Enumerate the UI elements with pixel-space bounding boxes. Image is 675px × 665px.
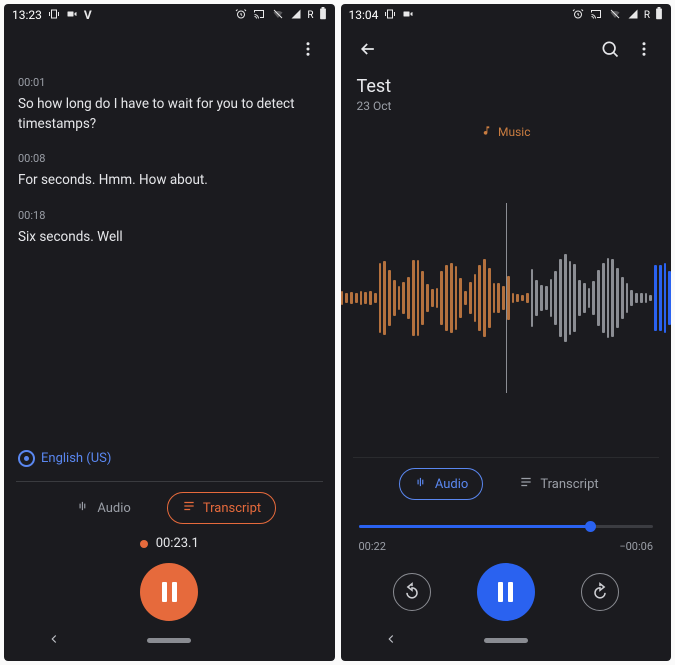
segment-text: For seconds. Hmm. How about. (18, 171, 321, 191)
music-tag: Music (341, 125, 672, 139)
pause-recording-button[interactable] (140, 563, 198, 621)
transcript-tab[interactable]: Transcript (505, 469, 612, 499)
transcript-segment[interactable]: 00:08 For seconds. Hmm. How about. (18, 152, 321, 191)
language-label: English (US) (41, 451, 111, 466)
status-bar: 13:23 V R (4, 4, 335, 26)
pause-icon (162, 582, 177, 602)
transcript-segment[interactable]: 00:01 So how long do I have to wait for … (18, 76, 321, 134)
rewind-button[interactable] (393, 573, 431, 611)
status-bar: 13:04 R (341, 4, 672, 26)
cast-icon (252, 8, 266, 23)
recording-time-row: 00:23.1 (4, 536, 335, 551)
wifi-off-icon (608, 8, 622, 23)
segment-timestamp: 00:01 (18, 76, 321, 89)
audio-tab-label: Audio (97, 501, 130, 516)
phone-left: 13:23 V R (4, 4, 335, 661)
wifi-off-icon (271, 8, 285, 23)
alarm-icon (235, 8, 247, 23)
transcript-icon (182, 499, 196, 517)
transcript-icon (519, 475, 533, 493)
search-button[interactable] (593, 32, 627, 66)
status-time: 13:04 (349, 8, 379, 22)
forward-button[interactable] (581, 573, 619, 611)
camera-icon (402, 8, 414, 23)
transcript-tab[interactable]: Transcript (167, 492, 276, 524)
mode-toggle: Audio Transcript (4, 492, 335, 524)
battery-icon (319, 7, 327, 23)
back-nav-button[interactable] (47, 631, 61, 650)
roaming-label: R (644, 10, 650, 21)
seek-bar[interactable] (359, 514, 654, 540)
waveform-icon (76, 499, 90, 517)
camera-icon (66, 8, 78, 23)
remaining-time: −00:06 (619, 540, 653, 553)
segment-text: Six seconds. Well (18, 228, 321, 248)
home-nav-button[interactable] (147, 638, 191, 643)
back-nav-button[interactable] (384, 631, 398, 650)
music-note-icon (481, 125, 492, 139)
roaming-label: R (307, 10, 313, 21)
more-menu-button[interactable] (291, 32, 325, 66)
controls-panel: Audio Transcript 00:22 −00:06 (341, 458, 672, 661)
audio-tab[interactable]: Audio (399, 468, 483, 500)
language-selector[interactable]: English (US) (4, 446, 335, 473)
back-button[interactable] (351, 32, 385, 66)
transcript-tab-label: Transcript (540, 477, 598, 492)
app-bar (341, 26, 672, 72)
controls-panel: Audio Transcript 00:23.1 (4, 482, 335, 661)
alarm-icon (572, 8, 584, 23)
recording-header: Test 23 Oct (341, 72, 672, 117)
waveform-icon (414, 475, 428, 493)
waveform-area[interactable] (341, 139, 672, 457)
segment-timestamp: 00:08 (18, 152, 321, 165)
transcript-list: 00:01 So how long do I have to wait for … (4, 72, 335, 446)
nav-bar (4, 625, 335, 655)
nav-bar (341, 625, 672, 655)
recording-time: 00:23.1 (156, 536, 199, 551)
app-bar (4, 26, 335, 72)
v-badge-icon: V (84, 8, 92, 22)
audio-tab-label: Audio (435, 477, 468, 492)
home-nav-button[interactable] (484, 638, 528, 643)
pause-icon (498, 582, 513, 602)
segment-text: So how long do I have to wait for you to… (18, 95, 321, 134)
vibrate-icon (48, 8, 60, 23)
cast-icon (589, 8, 603, 23)
radio-selected-icon (18, 450, 35, 467)
recording-title[interactable]: Test (357, 76, 656, 97)
seek-fill (359, 525, 592, 528)
play-pause-button[interactable] (477, 563, 535, 621)
signal-icon (627, 8, 639, 23)
music-label: Music (498, 125, 530, 139)
time-labels: 00:22 −00:06 (341, 540, 672, 563)
signal-icon (290, 8, 302, 23)
battery-icon (655, 7, 663, 23)
transcript-tab-label: Transcript (203, 501, 261, 516)
transcript-segment[interactable]: 00:18 Six seconds. Well (18, 209, 321, 248)
audio-tab[interactable]: Audio (62, 493, 144, 523)
more-menu-button[interactable] (627, 32, 661, 66)
seek-thumb[interactable] (585, 521, 596, 532)
phone-right: 13:04 R (341, 4, 672, 661)
segment-timestamp: 00:18 (18, 209, 321, 222)
waveform (341, 208, 672, 388)
recording-date: 23 Oct (357, 99, 656, 113)
recording-dot-icon (140, 540, 148, 548)
status-time: 13:23 (12, 8, 42, 22)
elapsed-time: 00:22 (359, 540, 386, 553)
vibrate-icon (384, 8, 396, 23)
mode-toggle: Audio Transcript (341, 468, 672, 500)
